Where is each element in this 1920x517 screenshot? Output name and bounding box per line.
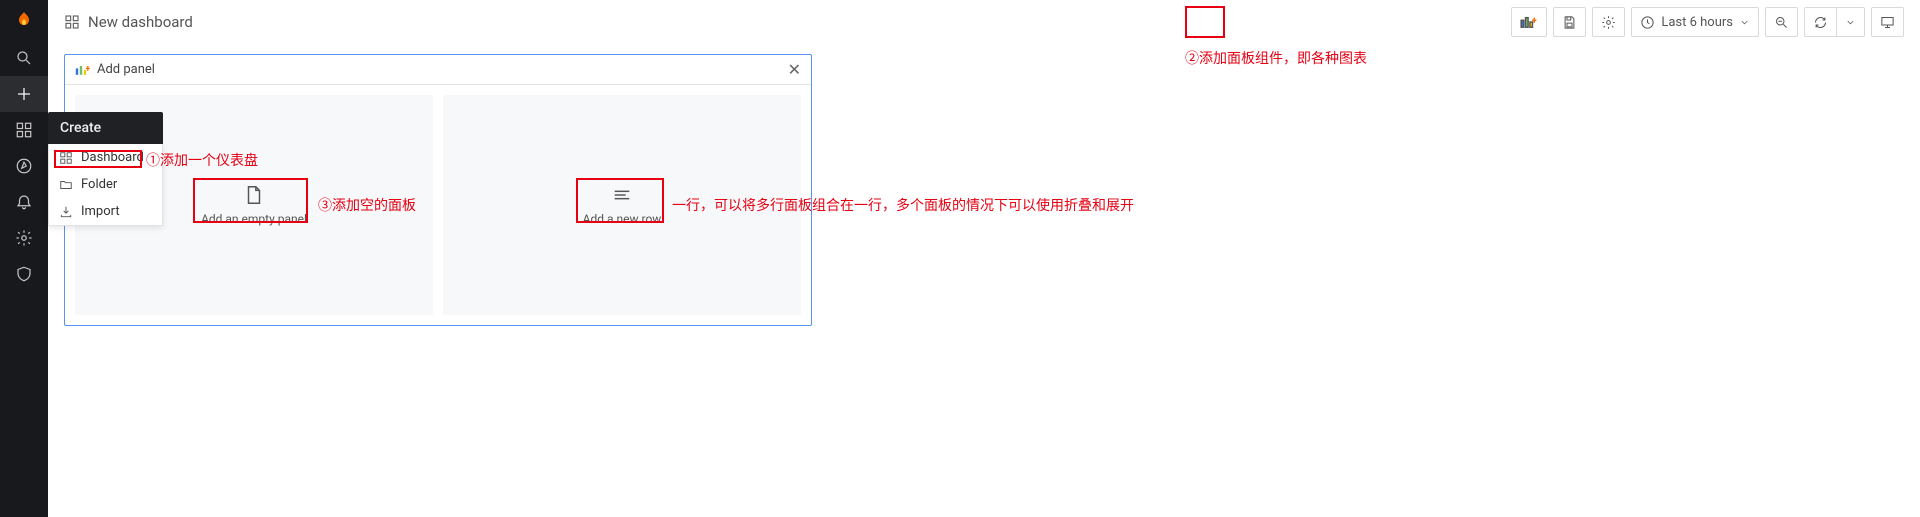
refresh-button[interactable] — [1804, 7, 1837, 37]
clock-icon — [1640, 15, 1655, 30]
save-button[interactable] — [1553, 7, 1586, 37]
nav-search[interactable] — [0, 40, 48, 76]
add-panel-button[interactable] — [1511, 7, 1547, 37]
time-picker[interactable]: Last 6 hours — [1631, 7, 1759, 37]
create-folder-item[interactable]: Folder — [49, 171, 162, 198]
monitor-icon — [1880, 15, 1895, 30]
nav-explore[interactable] — [0, 148, 48, 184]
tile-label: Add an empty panel — [201, 212, 307, 226]
row-icon — [611, 184, 633, 206]
file-icon — [243, 184, 265, 206]
refresh-icon — [1813, 15, 1828, 30]
nav-admin[interactable] — [0, 256, 48, 292]
add-panel-card: Add panel ✕ Add an empty panel Add a new… — [64, 54, 812, 326]
add-panel-header: Add panel ✕ — [65, 55, 811, 85]
chevron-down-icon — [1739, 17, 1750, 28]
create-item-label: Folder — [81, 177, 117, 192]
page-title: New dashboard — [88, 13, 193, 31]
create-dashboard-item[interactable]: Dashboard — [49, 144, 162, 171]
dashboard-icon — [59, 151, 73, 165]
zoom-out-button[interactable] — [1765, 7, 1798, 37]
settings-button[interactable] — [1592, 7, 1625, 37]
bars-plus-icon — [75, 63, 91, 77]
nav-configuration[interactable] — [0, 220, 48, 256]
create-flyout: Create Dashboard Folder Import — [48, 112, 163, 226]
save-icon — [1562, 15, 1577, 30]
header: New dashboard Last 6 hours — [48, 0, 1920, 44]
page: New dashboard Last 6 hours — [48, 0, 1920, 517]
import-icon — [59, 205, 73, 219]
dashboard-icon — [64, 14, 80, 30]
time-label: Last 6 hours — [1661, 15, 1733, 30]
create-import-item[interactable]: Import — [49, 198, 162, 225]
create-item-label: Dashboard — [81, 150, 144, 165]
tile-label: Add a new row — [583, 212, 662, 226]
nav-dashboards[interactable] — [0, 112, 48, 148]
cycle-view-button[interactable] — [1871, 7, 1904, 37]
chevron-down-icon — [1845, 17, 1856, 28]
breadcrumb[interactable]: New dashboard — [64, 13, 193, 31]
left-nav — [0, 0, 48, 517]
gear-icon — [1601, 15, 1616, 30]
folder-icon — [59, 178, 73, 192]
nav-alerting[interactable] — [0, 184, 48, 220]
add-panel-title: Add panel — [97, 62, 155, 77]
bars-plus-icon — [1520, 15, 1538, 29]
refresh-interval-button[interactable] — [1837, 7, 1865, 37]
zoom-out-icon — [1774, 15, 1789, 30]
create-item-label: Import — [81, 204, 120, 219]
add-new-row-tile[interactable]: Add a new row — [443, 95, 801, 315]
create-flyout-header: Create — [48, 112, 163, 144]
grafana-logo[interactable] — [0, 4, 48, 40]
nav-create[interactable] — [0, 76, 48, 112]
close-icon[interactable]: ✕ — [788, 60, 801, 79]
